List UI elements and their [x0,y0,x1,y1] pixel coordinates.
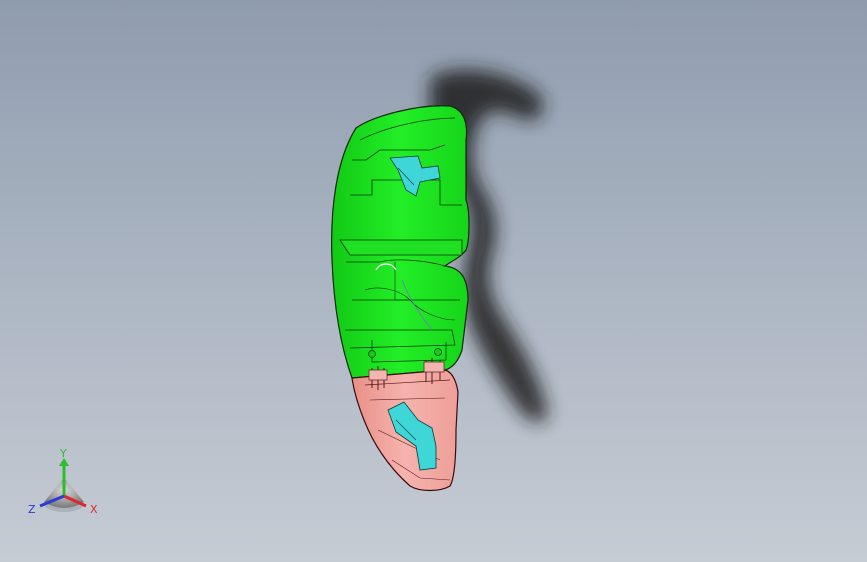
model-scene[interactable] [0,0,867,562]
graphics-viewport[interactable]: Y X Z [0,0,867,562]
x-axis-label: X [90,503,98,516]
orientation-triad: Y X Z [28,447,98,516]
y-axis-label: Y [59,447,67,460]
z-axis-label: Z [28,503,36,516]
upper-housing[interactable] [331,105,470,379]
